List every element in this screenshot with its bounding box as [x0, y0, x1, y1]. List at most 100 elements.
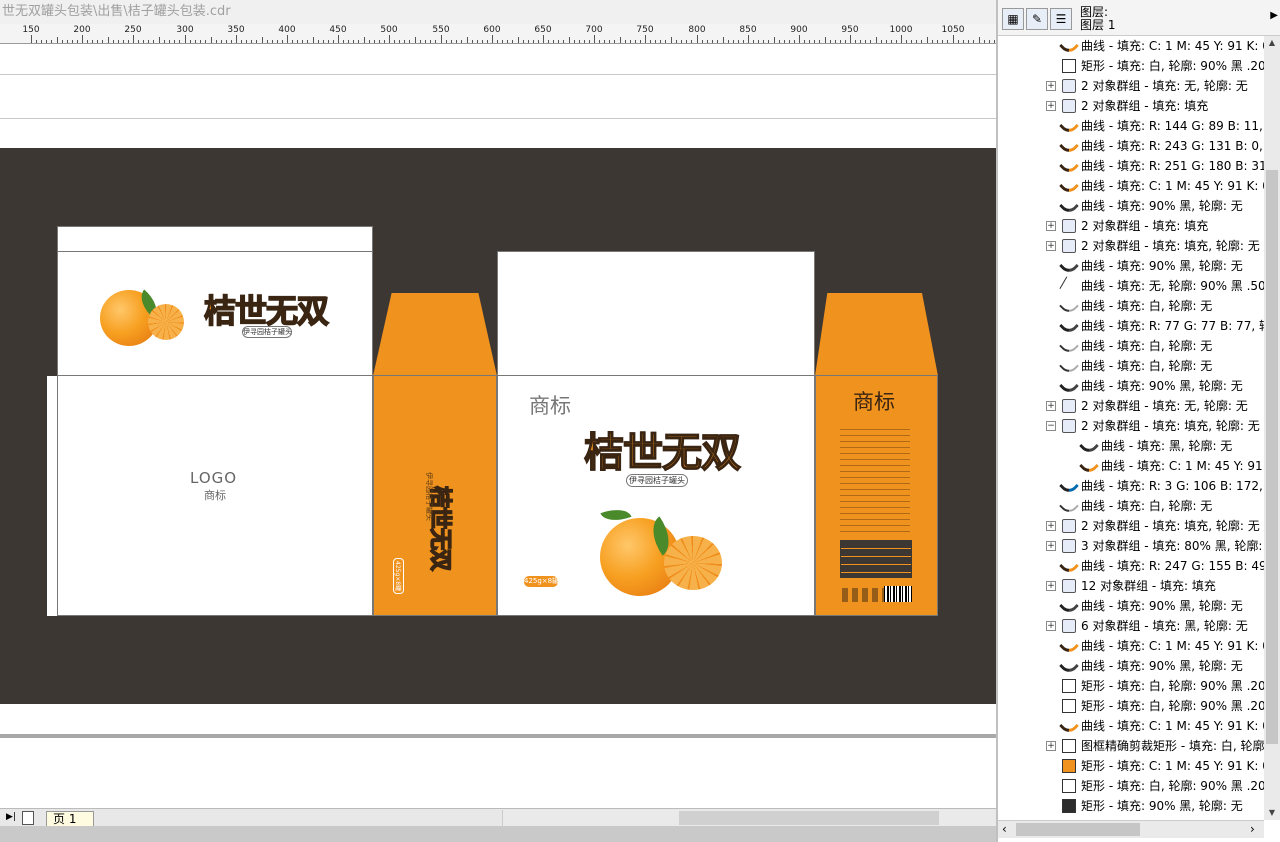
- scrollbar-thumb[interactable]: [1266, 170, 1278, 744]
- object-tree-row[interactable]: +3 对象群组 - 填充: 80% 黑, 轮廓:: [998, 536, 1264, 556]
- object-tree-row[interactable]: 曲线 - 填充: R: 243 G: 131 B: 0, 轮: [998, 136, 1264, 156]
- expand-icon[interactable]: +: [1046, 221, 1056, 231]
- object-tree-row[interactable]: + 图框精确剪裁矩形 - 填充: 白, 轮廓:: [998, 736, 1264, 756]
- object-tree-row[interactable]: 曲线 - 填充: 90% 黑, 轮廓: 无: [998, 376, 1264, 396]
- horizontal-scrollbar[interactable]: [502, 810, 996, 827]
- object-tree-row[interactable]: 曲线 - 填充: C: 1 M: 45 Y: 91: [998, 456, 1264, 476]
- object-tree-row[interactable]: 曲线 - 填充: 90% 黑, 轮廓: 无: [998, 196, 1264, 216]
- object-tree-row[interactable]: 曲线 - 填充: 无, 轮廓: 90% 黑 .50: [998, 276, 1264, 296]
- horizontal-ruler[interactable]: 150 200 250 300 350 400 450 500 550 600 650 700 750 8…: [0, 24, 996, 44]
- object-tree-row[interactable]: +2 对象群组 - 填充: 填充: [998, 96, 1264, 116]
- object-tree-row[interactable]: +6 对象群组 - 填充: 黑, 轮廓: 无: [998, 616, 1264, 636]
- current-layer-name: 图层 1: [1080, 18, 1116, 32]
- expand-icon[interactable]: +: [1046, 581, 1056, 591]
- ruler-minor-tick: [77, 40, 78, 43]
- object-tree-row[interactable]: 曲线 - 填充: 90% 黑, 轮廓: 无: [998, 656, 1264, 676]
- expand-icon[interactable]: +: [1046, 401, 1056, 411]
- object-label: 2 对象群组 - 填充: 填充, 轮廓: 无: [1081, 419, 1260, 433]
- object-tree-row[interactable]: 曲线 - 填充: 90% 黑, 轮廓: 无: [998, 596, 1264, 616]
- drawing-canvas[interactable]: 桔世无双 伊寻园桔子罐头 LOGO 商标 桔世无双 伊寻园桔子罐头 425g×8…: [0, 44, 996, 808]
- ruler-minor-tick: [456, 40, 457, 43]
- expand-icon[interactable]: +: [1046, 241, 1056, 251]
- ruler-minor-tick: [784, 40, 785, 43]
- ruler-label: 450: [329, 25, 347, 35]
- expand-icon[interactable]: +: [1046, 741, 1056, 751]
- object-tree-row[interactable]: 曲线 - 填充: R: 251 G: 180 B: 31, 轮: [998, 156, 1264, 176]
- object-tree-row[interactable]: 矩形 - 填充: 白, 轮廓: 90% 黑 .20: [998, 696, 1264, 716]
- ruler-minor-tick: [216, 40, 217, 43]
- object-tree-row[interactable]: +2 对象群组 - 填充: 填充: [998, 216, 1264, 236]
- add-page-icon[interactable]: [22, 811, 34, 825]
- scroll-right-arrow[interactable]: ›: [1250, 822, 1255, 836]
- panel-menu-arrow-icon[interactable]: ▶: [1270, 10, 1278, 21]
- collapse-icon[interactable]: −: [1046, 421, 1056, 431]
- object-label: 矩形 - 填充: 白, 轮廓: 90% 黑 .20: [1081, 679, 1264, 693]
- glue-flap: [47, 376, 57, 616]
- scroll-left-arrow[interactable]: ‹: [1002, 822, 1007, 836]
- object-tree-row[interactable]: 曲线 - 填充: 黑, 轮廓: 无: [998, 436, 1264, 456]
- ruler-major-tick: [748, 35, 749, 43]
- object-tree-horizontal-scrollbar[interactable]: ‹ ›: [998, 820, 1264, 838]
- object-label: 2 对象群组 - 填充: 填充, 轮廓: 无: [1081, 239, 1260, 253]
- expand-icon[interactable]: +: [1046, 101, 1056, 111]
- object-tree-row[interactable]: 矩形 - 填充: 90% 黑, 轮廓: 无: [998, 796, 1264, 816]
- ruler-minor-tick: [665, 40, 666, 43]
- scrollbar-thumb[interactable]: [1016, 823, 1140, 836]
- scroll-down-arrow[interactable]: ▼: [1264, 806, 1280, 820]
- ruler-minor-tick: [328, 40, 329, 43]
- object-tree-row[interactable]: 矩形 - 填充: 白, 轮廓: 90% 黑 .20: [998, 56, 1264, 76]
- show-properties-icon[interactable]: ▦: [1002, 8, 1024, 30]
- expand-icon[interactable]: +: [1046, 621, 1056, 631]
- ruler-minor-tick: [159, 37, 160, 43]
- object-tree-row[interactable]: 矩形 - 填充: C: 1 M: 45 Y: 91 K: 0: [998, 756, 1264, 776]
- ruler-minor-tick: [840, 40, 841, 43]
- object-tree-row[interactable]: 曲线 - 填充: R: 247 G: 155 B: 49, 轮: [998, 556, 1264, 576]
- expand-icon[interactable]: +: [1046, 81, 1056, 91]
- object-tree-row[interactable]: 曲线 - 填充: 白, 轮廓: 无: [998, 356, 1264, 376]
- object-tree-row[interactable]: 曲线 - 填充: 白, 轮廓: 无: [998, 296, 1264, 316]
- scrollbar-thumb[interactable]: [679, 811, 939, 825]
- object-tree-row[interactable]: +2 对象群组 - 填充: 填充, 轮廓: 无: [998, 516, 1264, 536]
- object-label: 2 对象群组 - 填充: 无, 轮廓: 无: [1081, 79, 1248, 93]
- object-tree-row[interactable]: 曲线 - 填充: R: 144 G: 89 B: 11, 轮: [998, 116, 1264, 136]
- product-info-block: [840, 424, 910, 536]
- ruler-label: 350: [227, 25, 245, 35]
- nav-first-page-icon[interactable]: ▶|: [6, 812, 16, 822]
- ruler-minor-tick: [148, 40, 149, 43]
- object-tree-row[interactable]: 曲线 - 填充: 白, 轮廓: 无: [998, 496, 1264, 516]
- object-tree-row[interactable]: 曲线 - 填充: R: 3 G: 106 B: 172, 轮: [998, 476, 1264, 496]
- guide-line: [0, 74, 996, 75]
- ruler-minor-tick: [937, 40, 938, 43]
- ruler-minor-tick: [472, 40, 473, 43]
- edit-across-layers-icon[interactable]: ✎: [1026, 8, 1048, 30]
- group-icon: [1062, 419, 1076, 433]
- object-tree-row[interactable]: 曲线 - 填充: 白, 轮廓: 无: [998, 336, 1264, 356]
- object-tree-row[interactable]: +12 对象群组 - 填充: 填充: [998, 576, 1264, 596]
- object-tree-row[interactable]: 曲线 - 填充: 90% 黑, 轮廓: 无: [998, 256, 1264, 276]
- object-tree-row[interactable]: 曲线 - 填充: C: 1 M: 45 Y: 91 K: 0: [998, 716, 1264, 736]
- expand-icon[interactable]: +: [1046, 541, 1056, 551]
- object-tree-row[interactable]: +2 对象群组 - 填充: 无, 轮廓: 无: [998, 76, 1264, 96]
- object-tree-row[interactable]: 曲线 - 填充: C: 1 M: 45 Y: 91 K: 0: [998, 636, 1264, 656]
- layer-manager-view-icon[interactable]: ☰: [1050, 8, 1072, 30]
- object-label: 曲线 - 填充: R: 251 G: 180 B: 31, 轮: [1081, 159, 1264, 173]
- object-tree-row[interactable]: 曲线 - 填充: R: 77 G: 77 B: 77, 轮: [998, 316, 1264, 336]
- object-tree-vertical-scrollbar[interactable]: ▲ ▼: [1264, 36, 1280, 820]
- ruler-label: 1050: [941, 25, 965, 35]
- object-label: 曲线 - 填充: R: 243 G: 131 B: 0, 轮: [1081, 139, 1264, 153]
- ruler-minor-tick: [518, 37, 519, 43]
- object-tree-row[interactable]: 矩形 - 填充: 白, 轮廓: 90% 黑 .20: [998, 676, 1264, 696]
- expand-icon[interactable]: +: [1046, 521, 1056, 531]
- ruler-minor-tick: [963, 40, 964, 43]
- ruler-label: 700: [585, 25, 603, 35]
- object-tree-row[interactable]: +2 对象群组 - 填充: 无, 轮廓: 无: [998, 396, 1264, 416]
- object-tree-row[interactable]: +2 对象群组 - 填充: 填充, 轮廓: 无: [998, 236, 1264, 256]
- ruler-minor-tick: [482, 40, 483, 43]
- object-tree-row[interactable]: 曲线 - 填充: C: 1 M: 45 Y: 91 K: 0: [998, 36, 1264, 56]
- tab-page-1[interactable]: 页 1: [46, 811, 94, 827]
- object-tree-row[interactable]: 曲线 - 填充: C: 1 M: 45 Y: 91 K: 0: [998, 176, 1264, 196]
- object-tree-row[interactable]: − 2 对象群组 - 填充: 填充, 轮廓: 无: [998, 416, 1264, 436]
- scroll-up-arrow[interactable]: ▲: [1264, 36, 1280, 50]
- curve-orange-icon: [1079, 456, 1099, 476]
- object-tree-row[interactable]: 矩形 - 填充: 白, 轮廓: 90% 黑 .20: [998, 776, 1264, 796]
